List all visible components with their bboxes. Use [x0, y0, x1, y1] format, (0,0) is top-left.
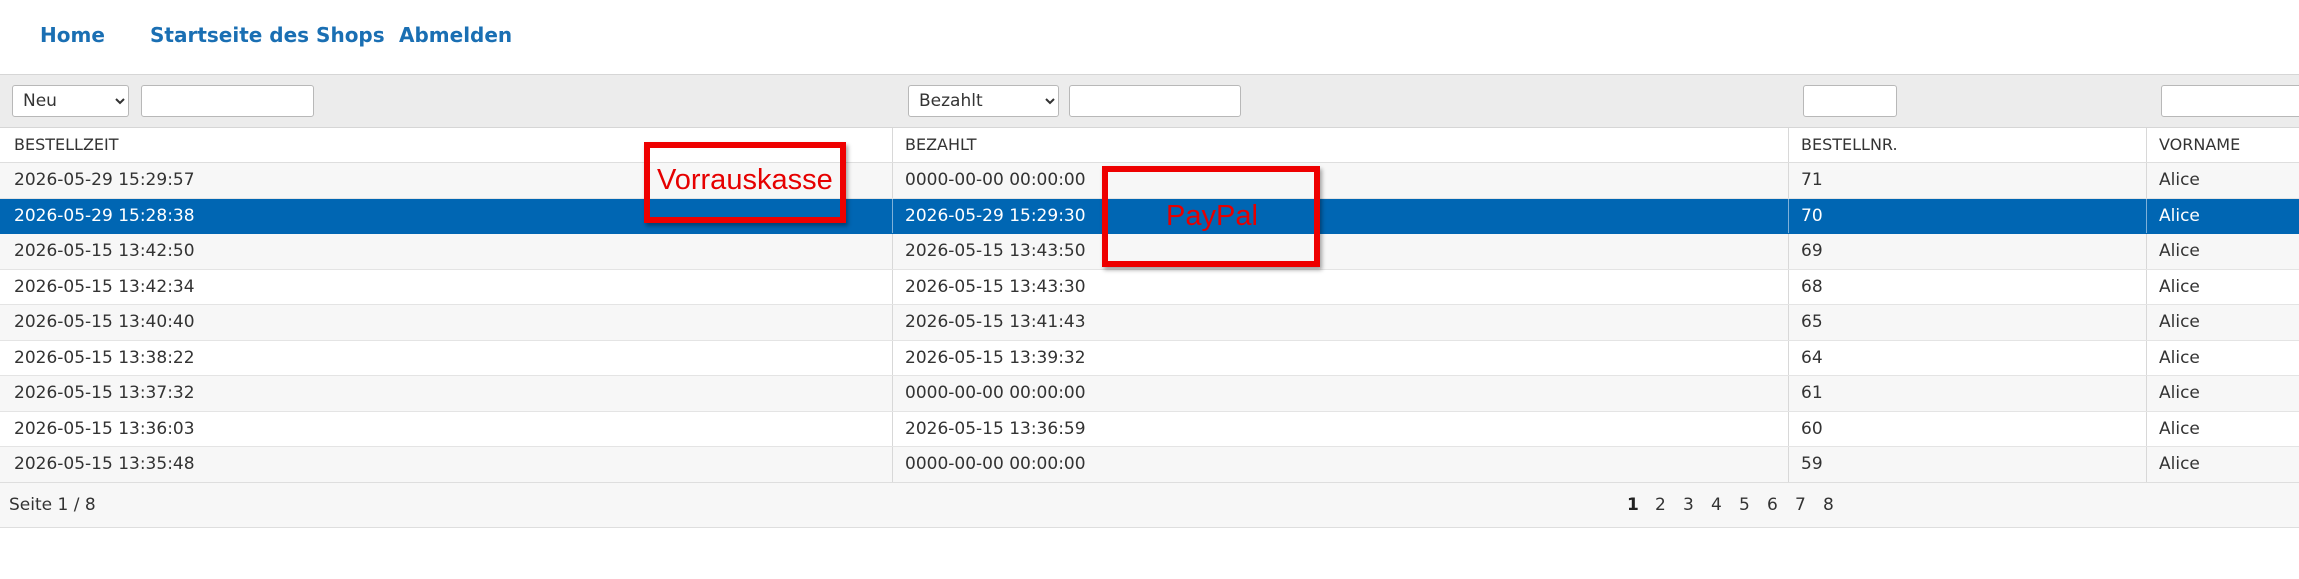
- top-navigation: Home Startseite des Shops Abmelden: [0, 0, 2299, 74]
- page-link-8[interactable]: 8: [1823, 483, 1851, 527]
- cell-vorname: Alice: [2159, 241, 2200, 261]
- cell-bestellnr: 71: [1801, 170, 1823, 190]
- cell-bezahlt: 0000-00-00 00:00:00: [905, 170, 1086, 190]
- column-header-vorname[interactable]: VORNAME: [2146, 128, 2299, 162]
- cell-vorname: Alice: [2159, 347, 2200, 368]
- cell-bezahlt: 2026-05-15 13:43:50: [905, 241, 1086, 261]
- cell-bestellnr: 60: [1801, 418, 1823, 439]
- cell-vorname: Alice: [2159, 383, 2200, 403]
- page-link-7[interactable]: 7: [1795, 483, 1823, 527]
- table-row[interactable]: 2026-05-15 13:36:03 2026-05-15 13:36:59 60…: [0, 411, 2299, 447]
- page-link-1[interactable]: 1: [1627, 483, 1655, 527]
- column-header-row: BESTELLZEIT BEZAHLT BESTELLNR. VORNAME: [0, 128, 2299, 163]
- nav-shop-start-link[interactable]: Startseite des Shops: [150, 23, 385, 47]
- cell-bestellzeit: 2026-05-15 13:36:03: [14, 418, 195, 439]
- vorname-filter-input[interactable]: [2161, 85, 2299, 117]
- status-filter-select[interactable]: Neu: [12, 85, 129, 117]
- page-link-5[interactable]: 5: [1739, 483, 1767, 527]
- cell-bestellzeit: 2026-05-15 13:38:22: [14, 347, 195, 368]
- cell-bezahlt: 2026-05-15 13:39:32: [905, 347, 1086, 368]
- cell-bestellzeit: 2026-05-15 13:35:48: [14, 454, 195, 474]
- nav-logout-link[interactable]: Abmelden: [399, 23, 512, 47]
- page-link-3[interactable]: 3: [1683, 483, 1711, 527]
- bezahlt-filter-input[interactable]: [1069, 85, 1241, 117]
- pager: Seite 1 / 8 12345678: [0, 482, 2299, 528]
- filter-row: Neu Bezahlt: [0, 74, 2299, 128]
- cell-bestellnr: 68: [1801, 276, 1823, 297]
- table-row[interactable]: 2026-05-15 13:38:22 2026-05-15 13:39:32 64…: [0, 340, 2299, 376]
- paypal-annotation-label: PayPal: [1166, 200, 1258, 232]
- cell-bestellnr: 70: [1801, 205, 1823, 226]
- bestellzeit-filter-input[interactable]: [141, 85, 314, 117]
- cell-vorname: Alice: [2159, 418, 2200, 439]
- page-link-4[interactable]: 4: [1711, 483, 1739, 527]
- cell-bezahlt: 0000-00-00 00:00:00: [905, 454, 1086, 474]
- page-links: 12345678: [1627, 483, 1851, 527]
- cell-bezahlt: 2026-05-15 13:36:59: [905, 418, 1086, 439]
- cell-bestellnr: 65: [1801, 312, 1823, 332]
- bestellnr-filter-input[interactable]: [1803, 85, 1897, 117]
- column-header-bestellnr[interactable]: BESTELLNR.: [1788, 128, 2146, 162]
- cell-bezahlt: 2026-05-15 13:41:43: [905, 312, 1086, 332]
- page-link-2[interactable]: 2: [1655, 483, 1683, 527]
- cell-vorname: Alice: [2159, 205, 2200, 226]
- table-row[interactable]: 2026-05-15 13:42:34 2026-05-15 13:43:30 68…: [0, 269, 2299, 305]
- vorrauskasse-annotation-label: Vorrauskasse: [657, 164, 833, 196]
- table-row[interactable]: 2026-05-15 13:40:40 2026-05-15 13:41:43 65…: [0, 305, 2299, 341]
- page-link-6[interactable]: 6: [1767, 483, 1795, 527]
- table-row[interactable]: 2026-05-15 13:35:48 0000-00-00 00:00:00 59…: [0, 447, 2299, 483]
- cell-bestellzeit: 2026-05-15 13:37:32: [14, 383, 195, 403]
- cell-vorname: Alice: [2159, 312, 2200, 332]
- cell-vorname: Alice: [2159, 276, 2200, 297]
- table-row[interactable]: 2026-05-15 13:37:32 0000-00-00 00:00:00 61…: [0, 376, 2299, 412]
- cell-bestellnr: 69: [1801, 241, 1823, 261]
- nav-home-link[interactable]: Home: [40, 23, 105, 47]
- cell-bezahlt: 2026-05-15 13:43:30: [905, 276, 1086, 297]
- cell-bestellzeit: 2026-05-15 13:42:34: [14, 276, 195, 297]
- bezahlt-filter-select[interactable]: Bezahlt: [908, 85, 1059, 117]
- column-header-bezahlt[interactable]: BEZAHLT: [892, 128, 1788, 162]
- cell-bezahlt: 0000-00-00 00:00:00: [905, 383, 1086, 403]
- page-info: Seite 1 / 8: [9, 495, 96, 515]
- cell-vorname: Alice: [2159, 454, 2200, 474]
- cell-bestellnr: 59: [1801, 454, 1823, 474]
- cell-vorname: Alice: [2159, 170, 2200, 190]
- cell-bestellzeit: 2026-05-15 13:40:40: [14, 312, 195, 332]
- cell-bezahlt: 2026-05-29 15:29:30: [905, 205, 1086, 226]
- cell-bestellnr: 64: [1801, 347, 1823, 368]
- cell-bestellzeit: 2026-05-15 13:42:50: [14, 241, 195, 261]
- orders-grid: Neu Bezahlt BESTELLZEIT BEZAHLT BESTELLN…: [0, 74, 2299, 528]
- cell-bestellnr: 61: [1801, 383, 1823, 403]
